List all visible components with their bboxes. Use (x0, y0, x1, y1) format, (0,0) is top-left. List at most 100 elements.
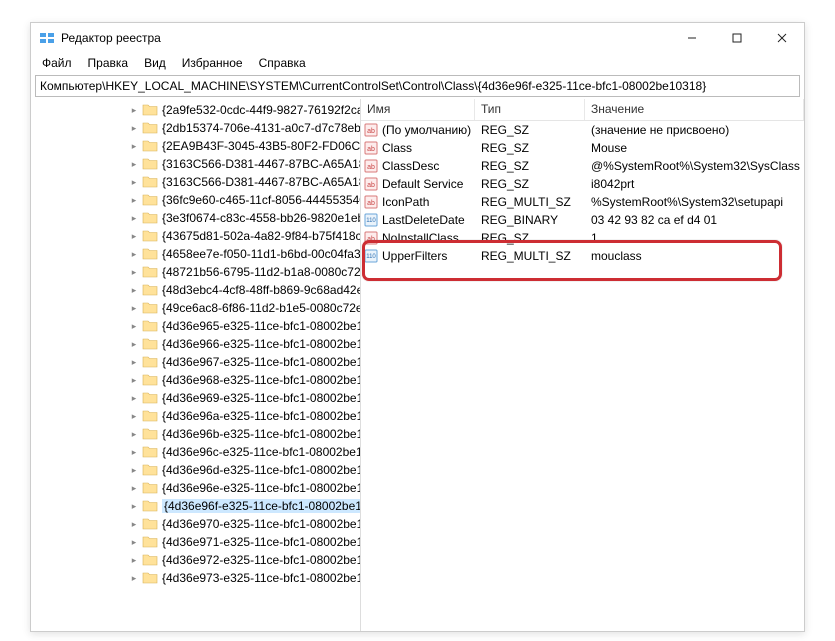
tree-item[interactable]: ▸ {36fc9e60-c465-11cf-8056-444553540000} (31, 191, 361, 209)
menu-help[interactable]: Справка (252, 54, 313, 72)
folder-icon (142, 535, 158, 549)
value-row[interactable]: abIconPathREG_MULTI_SZ%SystemRoot%\Syste… (361, 193, 804, 211)
address-bar[interactable]: Компьютер\HKEY_LOCAL_MACHINE\SYSTEM\Curr… (35, 75, 800, 97)
tree-item[interactable]: ▸{4d36e96d-e325-11ce-bfc1-08002be1031} (31, 461, 361, 479)
value-row[interactable]: 110UpperFiltersREG_MULTI_SZmouclass (361, 247, 804, 265)
chevron-right-icon[interactable]: ▸ (127, 229, 141, 243)
tree-item-label: {4d36e96b-e325-11ce-bfc1-08002be1031} (162, 427, 361, 441)
chevron-right-icon[interactable]: ▸ (127, 283, 141, 297)
chevron-right-icon[interactable]: ▸ (127, 481, 141, 495)
tree-item[interactable]: ▸{4d36e969-e325-11ce-bfc1-08002be1031} (31, 389, 361, 407)
column-value[interactable]: Значение (585, 99, 804, 120)
column-name[interactable]: Имя (361, 99, 475, 120)
chevron-right-icon[interactable]: ▸ (127, 121, 141, 135)
value-name: NoInstallClass (382, 231, 459, 245)
value-row[interactable]: abClassREG_SZMouse (361, 139, 804, 157)
menu-edit[interactable]: Правка (81, 54, 136, 72)
tree-item[interactable]: ▸{48721b56-6795-11d2-b1a8-0080c72e7} (31, 263, 361, 281)
chevron-right-icon[interactable]: ▸ (127, 175, 141, 189)
chevron-right-icon[interactable]: ▸ (127, 373, 141, 387)
svg-text:ab: ab (367, 128, 375, 135)
values-panel: Имя Тип Значение ab(По умолчанию)REG_SZ(… (361, 99, 804, 631)
chevron-right-icon[interactable]: ▸ (127, 247, 141, 261)
chevron-right-icon[interactable]: ▸ (127, 337, 141, 351)
menu-view[interactable]: Вид (137, 54, 173, 72)
chevron-right-icon[interactable]: ▸ (127, 499, 141, 513)
chevron-right-icon[interactable]: ▸ (127, 139, 141, 153)
chevron-right-icon[interactable]: ▸ (127, 157, 141, 171)
tree-item-label: {2a9fe532-0cdc-44f9-9827-76192f2ca2fb} (162, 103, 361, 117)
menubar: Файл Правка Вид Избранное Справка (31, 53, 804, 73)
value-type: REG_SZ (475, 123, 585, 137)
tree-item[interactable]: ▸{4d36e972-e325-11ce-bfc1-08002be1031} (31, 551, 361, 569)
address-path: Компьютер\HKEY_LOCAL_MACHINE\SYSTEM\Curr… (40, 79, 706, 93)
menu-file[interactable]: Файл (35, 54, 79, 72)
chevron-right-icon[interactable]: ▸ (127, 463, 141, 477)
tree-item[interactable]: ▸{48d3ebc4-4cf8-48ff-b869-9c68ad42eb} (31, 281, 361, 299)
folder-icon (142, 571, 158, 585)
tree-item[interactable]: ▸{4d36e966-e325-11ce-bfc1-08002be1031} (31, 335, 361, 353)
value-row[interactable]: 110LastDeleteDateREG_BINARY03 42 93 82 c… (361, 211, 804, 229)
tree-item[interactable]: ▸{43675d81-502a-4a82-9f84-b75f418c5de} (31, 227, 361, 245)
tree-item-label: {4658ee7e-f050-11d1-b6bd-00c04fa372a} (162, 247, 361, 261)
tree-item-label: {4d36e965-e325-11ce-bfc1-08002be1031} (162, 319, 361, 333)
reg-string-icon: ab (364, 195, 378, 209)
value-row[interactable]: abClassDescREG_SZ@%SystemRoot%\System32\… (361, 157, 804, 175)
tree-item[interactable]: ▸ {4d36e965-e325-11ce-bfc1-08002be1031} (31, 317, 361, 335)
window-title: Редактор реестра (61, 31, 669, 45)
value-row[interactable]: abDefault ServiceREG_SZi8042prt (361, 175, 804, 193)
tree-item[interactable]: ▸ {4658ee7e-f050-11d1-b6bd-00c04fa372a} (31, 245, 361, 263)
chevron-right-icon[interactable]: ▸ (127, 445, 141, 459)
chevron-right-icon[interactable]: ▸ (127, 427, 141, 441)
chevron-right-icon[interactable]: ▸ (127, 355, 141, 369)
tree-item[interactable]: ▸{4d36e96c-e325-11ce-bfc1-08002be1031} (31, 443, 361, 461)
tree-item[interactable]: ▸{3e3f0674-c83c-4558-bb26-9820e1eba} (31, 209, 361, 227)
tree-item-label: {36fc9e60-c465-11cf-8056-444553540000} (162, 193, 361, 207)
chevron-right-icon[interactable]: ▸ (127, 319, 141, 333)
svg-text:ab: ab (367, 182, 375, 189)
chevron-right-icon[interactable]: ▸ (127, 391, 141, 405)
chevron-right-icon[interactable]: ▸ (127, 193, 141, 207)
minimize-button[interactable] (669, 24, 714, 52)
chevron-right-icon[interactable]: ▸ (127, 535, 141, 549)
folder-icon (142, 247, 158, 261)
tree-item[interactable]: ▸{2db15374-706e-4131-a0c7-d7c78eb0289} (31, 119, 361, 137)
svg-text:ab: ab (367, 200, 375, 207)
tree-item[interactable]: ▸{4d36e973-e325-11ce-bfc1-08002be1031} (31, 569, 361, 587)
close-button[interactable] (759, 24, 804, 52)
tree-item-label: {3163C566-D381-4467-87BC-A65A18D5B} (162, 157, 361, 171)
value-data: 03 42 93 82 ca ef d4 01 (585, 213, 804, 227)
tree-item[interactable]: ▸{4d36e96a-e325-11ce-bfc1-08002be1031} (31, 407, 361, 425)
tree-item[interactable]: ▸{4d36e970-e325-11ce-bfc1-08002be1031} (31, 515, 361, 533)
tree-item[interactable]: ▸ {4d36e96b-e325-11ce-bfc1-08002be1031} (31, 425, 361, 443)
chevron-right-icon[interactable]: ▸ (127, 553, 141, 567)
chevron-right-icon[interactable]: ▸ (127, 211, 141, 225)
folder-icon (142, 265, 158, 279)
value-name: Default Service (382, 177, 463, 191)
folder-icon (142, 211, 158, 225)
value-data: Mouse (585, 141, 804, 155)
menu-favorites[interactable]: Избранное (175, 54, 250, 72)
svg-text:ab: ab (367, 236, 375, 243)
column-type[interactable]: Тип (475, 99, 585, 120)
tree-item[interactable]: ▸{49ce6ac8-6f86-11d2-b1e5-0080c72e74} (31, 299, 361, 317)
chevron-right-icon[interactable]: ▸ (127, 103, 141, 117)
tree-item[interactable]: ▸{2EA9B43F-3045-43B5-80F2-FD06C55FBE} (31, 137, 361, 155)
chevron-right-icon[interactable]: ▸ (127, 265, 141, 279)
tree-panel[interactable]: ▸{2a9fe532-0cdc-44f9-9827-76192f2ca2fb}▸… (31, 99, 361, 631)
tree-item[interactable]: ▸ {2a9fe532-0cdc-44f9-9827-76192f2ca2fb} (31, 101, 361, 119)
maximize-button[interactable] (714, 24, 759, 52)
tree-item[interactable]: ▸{3163C566-D381-4467-87BC-A65A18D5B} (31, 173, 361, 191)
chevron-right-icon[interactable]: ▸ (127, 517, 141, 531)
tree-item[interactable]: ▸{4d36e967-e325-11ce-bfc1-08002be1031} (31, 353, 361, 371)
chevron-right-icon[interactable]: ▸ (127, 409, 141, 423)
tree-item[interactable]: ▸{4d36e96f-e325-11ce-bfc1-08002be10318} (31, 497, 361, 515)
value-row[interactable]: ab(По умолчанию)REG_SZ(значение не присв… (361, 121, 804, 139)
chevron-right-icon[interactable]: ▸ (127, 301, 141, 315)
tree-item[interactable]: ▸{4d36e971-e325-11ce-bfc1-08002be1031} (31, 533, 361, 551)
tree-item[interactable]: ▸{4d36e96e-e325-11ce-bfc1-08002be1031} (31, 479, 361, 497)
value-row[interactable]: abNoInstallClassREG_SZ1 (361, 229, 804, 247)
chevron-right-icon[interactable]: ▸ (127, 571, 141, 585)
tree-item[interactable]: ▸ {3163C566-D381-4467-87BC-A65A18D5B} (31, 155, 361, 173)
tree-item[interactable]: ▸{4d36e968-e325-11ce-bfc1-08002be1031} (31, 371, 361, 389)
